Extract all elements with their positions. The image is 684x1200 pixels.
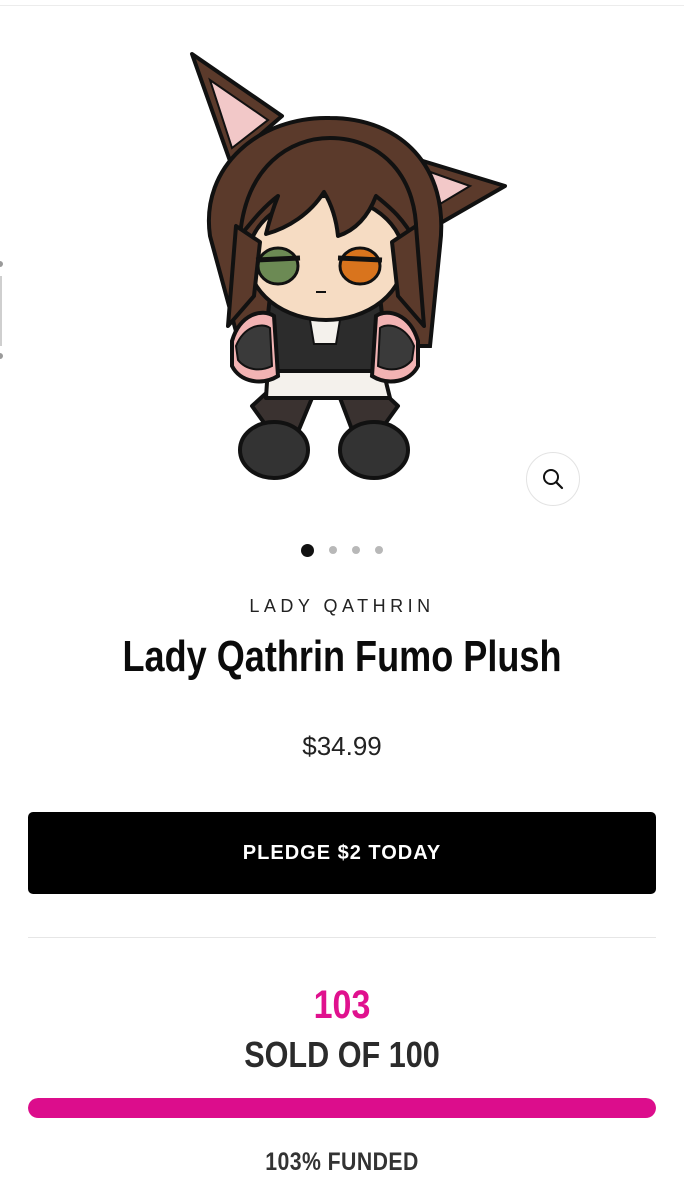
product-price: $34.99 xyxy=(302,731,382,761)
previous-slide-edge[interactable] xyxy=(0,256,6,366)
pledge-button[interactable]: PLEDGE $2 TODAY xyxy=(28,812,656,894)
product-image[interactable] xyxy=(170,46,515,486)
product-vendor[interactable]: LADY QATHRIN xyxy=(0,596,684,617)
zoom-button[interactable] xyxy=(526,452,580,506)
gallery-dot[interactable] xyxy=(301,543,314,557)
funding-progress-bar xyxy=(28,1098,656,1118)
funding-progress-fill xyxy=(28,1098,656,1118)
gallery-dot[interactable] xyxy=(375,546,383,554)
funded-percentage: 103% FUNDED xyxy=(265,1148,419,1176)
product-title: Lady Qathrin Fumo Plush xyxy=(122,632,562,681)
gallery-dot[interactable] xyxy=(329,546,337,554)
gallery-dot[interactable] xyxy=(352,546,360,554)
section-divider xyxy=(28,937,656,938)
magnifier-icon xyxy=(543,469,564,490)
gallery-pagination xyxy=(0,541,684,559)
product-gallery[interactable] xyxy=(0,6,684,536)
sold-count: 103 xyxy=(313,983,371,1027)
sold-of-label: SOLD OF 100 xyxy=(244,1034,440,1075)
